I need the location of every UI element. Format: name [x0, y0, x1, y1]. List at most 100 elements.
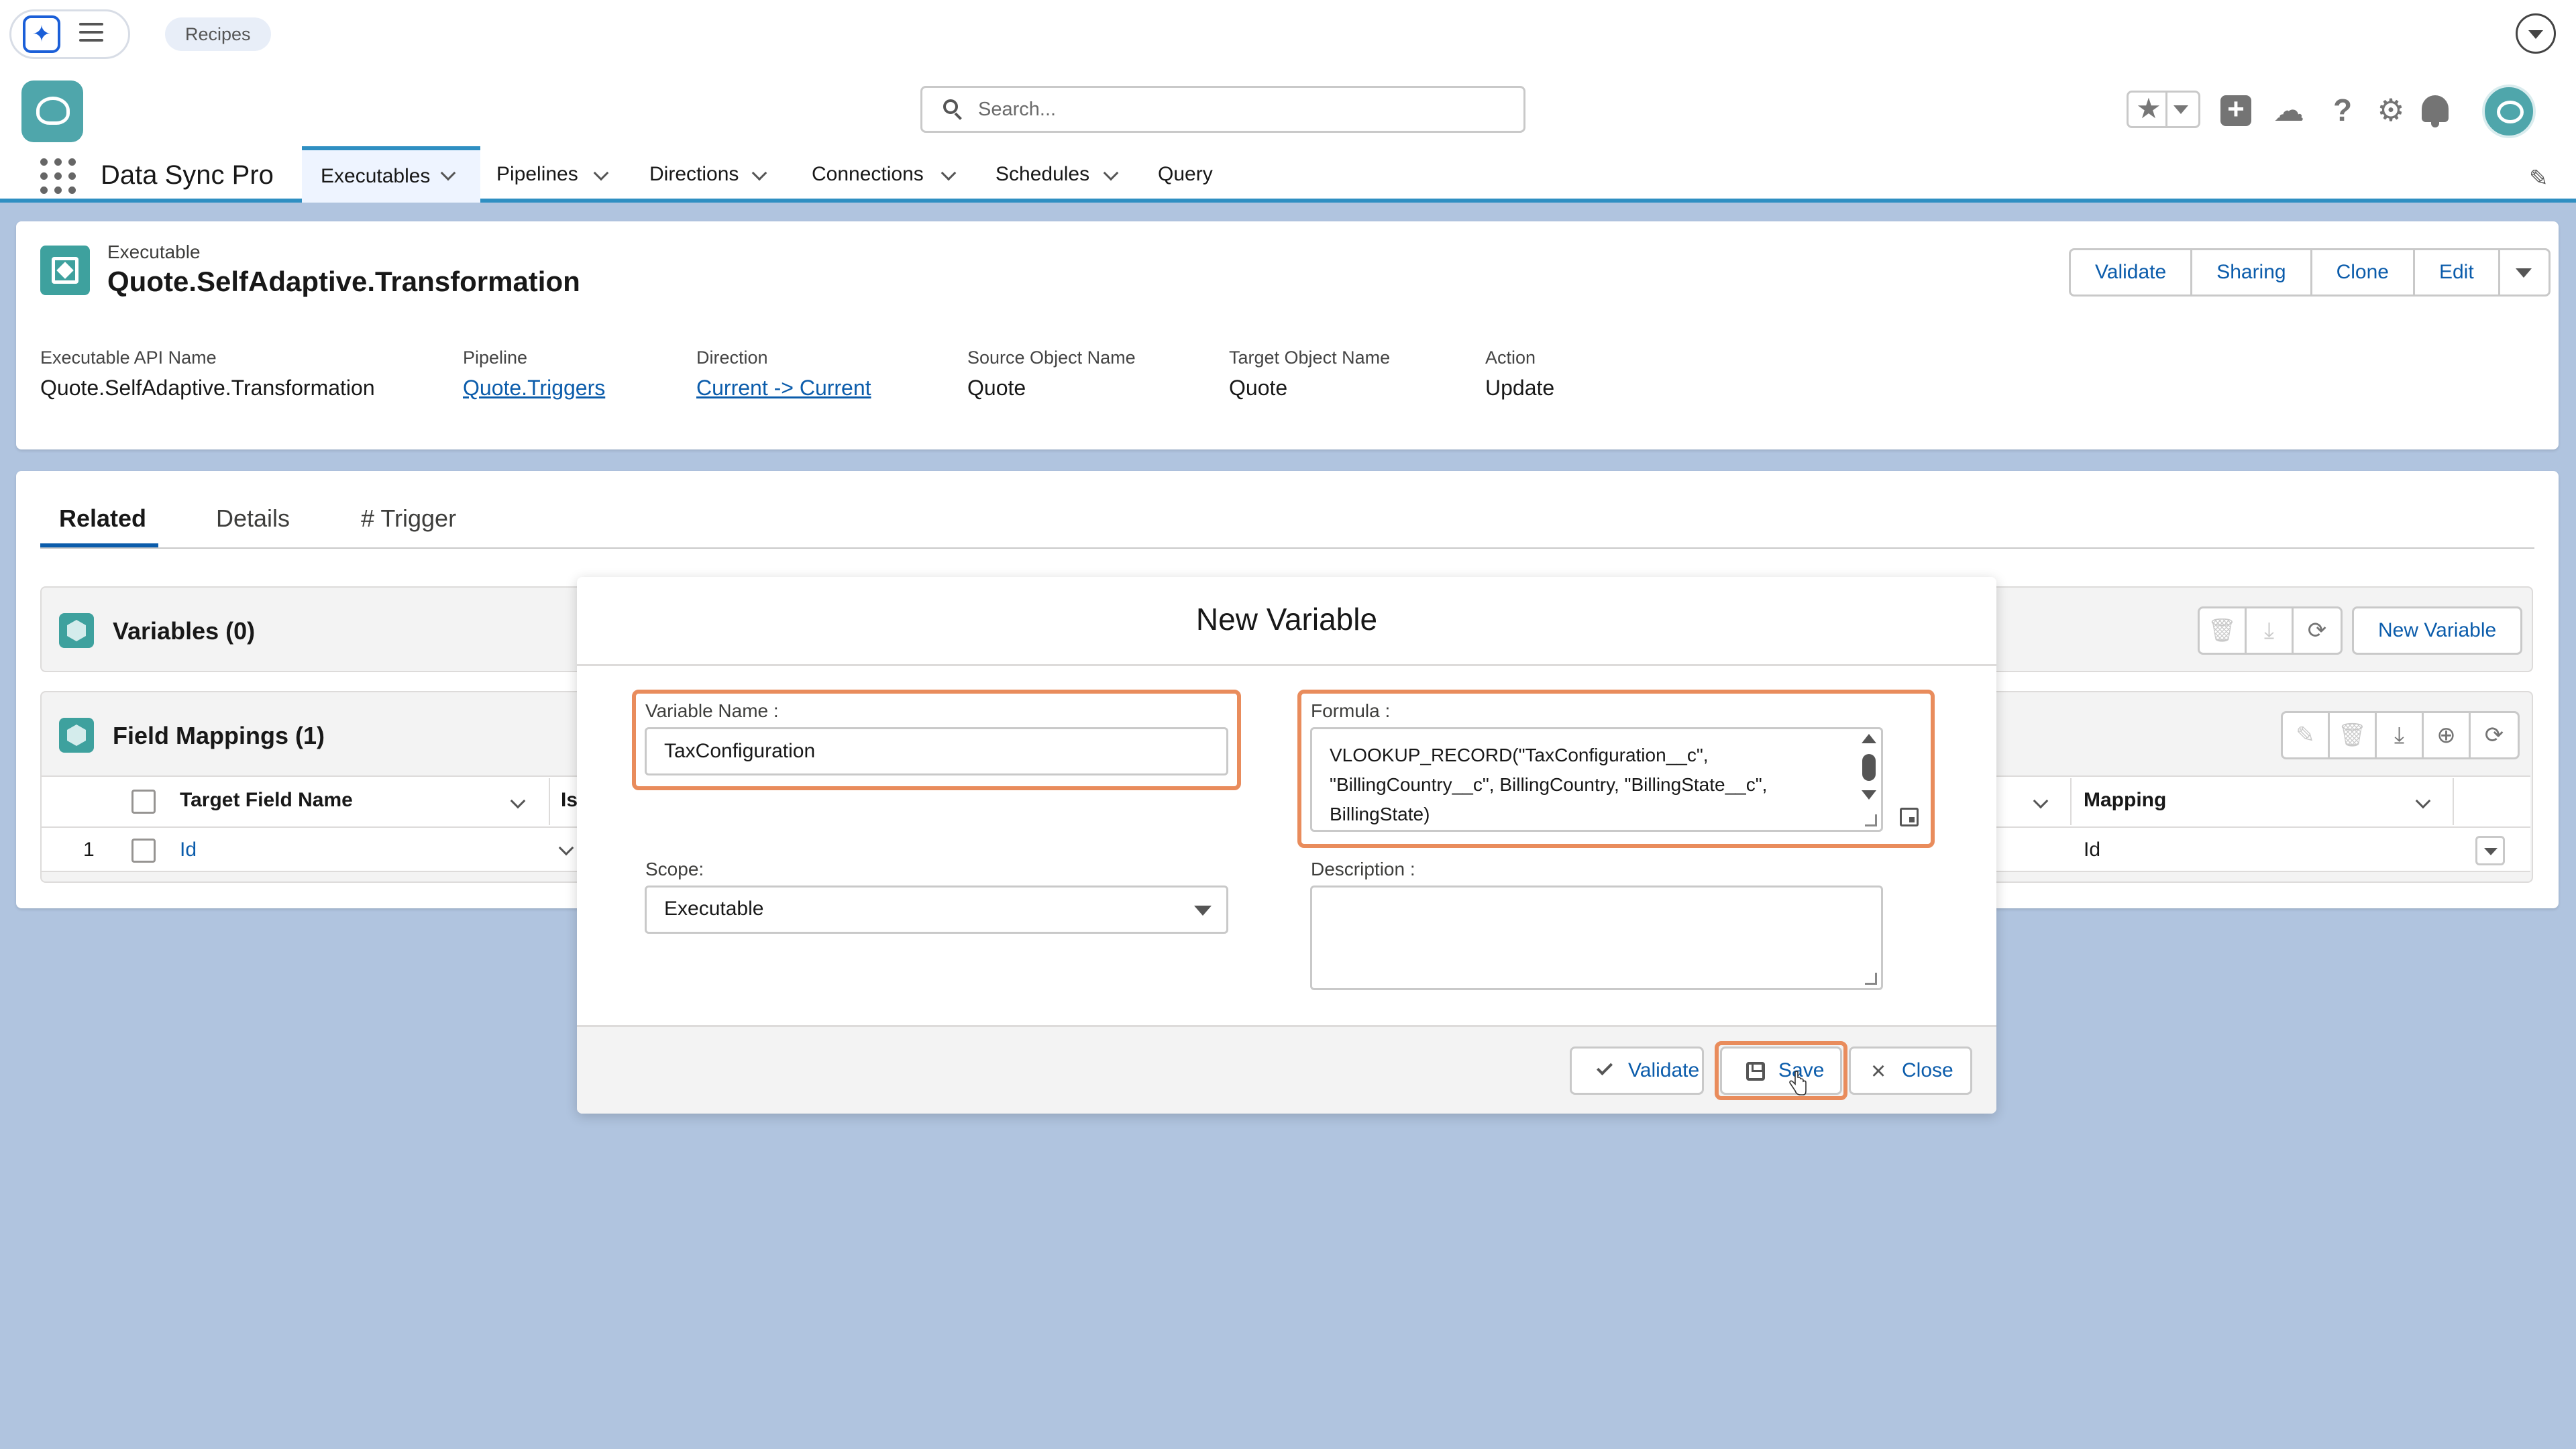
- record-actions: Validate Sharing Clone Edit: [2069, 248, 2551, 297]
- nav-item-query[interactable]: Query: [1142, 146, 1229, 203]
- tab-related[interactable]: Related: [59, 504, 146, 533]
- variable-name-input[interactable]: [645, 727, 1228, 775]
- modal-validate-label: Validate: [1628, 1059, 1700, 1081]
- column-divider: [2070, 778, 2072, 825]
- formula-content: VLOOKUP_RECORD("TaxConfiguration__c", "B…: [1330, 741, 1866, 829]
- mapping-value: Id: [2084, 839, 2101, 861]
- help-icon[interactable]: ?: [2324, 91, 2361, 129]
- variable-name-label: Variable Name :: [645, 700, 779, 721]
- formula-line: BillingState): [1330, 804, 1430, 824]
- sparkle-icon[interactable]: ✦: [23, 15, 60, 53]
- download-icon[interactable]: ⤓: [2247, 608, 2294, 653]
- modal-validate-button[interactable]: Validate: [1570, 1046, 1704, 1095]
- nav-item-label: Executables: [321, 165, 431, 187]
- nav-item-executables[interactable]: Executables: [302, 146, 480, 203]
- tab-details[interactable]: Details: [216, 504, 290, 533]
- trailhead-icon[interactable]: ☁: [2270, 91, 2308, 129]
- field-value-source-object: Quote: [967, 376, 1026, 400]
- nav-item-label: Pipelines: [496, 163, 578, 185]
- tab-trigger[interactable]: # Trigger: [361, 504, 456, 533]
- nav-item-pipelines[interactable]: Pipelines: [479, 146, 627, 203]
- validate-button[interactable]: Validate: [2071, 250, 2193, 294]
- field-mappings-title[interactable]: Field Mappings (1): [113, 722, 325, 750]
- modal-save-button[interactable]: Save: [1720, 1046, 1842, 1095]
- download-icon[interactable]: ⤓: [2377, 713, 2424, 757]
- modal-close-button[interactable]: × Close: [1849, 1046, 1972, 1095]
- refresh-icon[interactable]: ⟳: [2294, 608, 2341, 653]
- pipeline-link[interactable]: Quote.Triggers: [463, 376, 605, 400]
- refresh-icon[interactable]: ⟳: [2471, 713, 2518, 757]
- formula-label: Formula :: [1311, 700, 1391, 721]
- column-header-mapping[interactable]: Mapping: [2084, 789, 2166, 812]
- description-textarea[interactable]: [1310, 885, 1883, 990]
- chevron-down-icon[interactable]: [751, 165, 767, 181]
- chevron-down-icon[interactable]: [593, 165, 609, 181]
- select-all-checkbox[interactable]: [131, 790, 156, 814]
- scroll-down-icon[interactable]: [1862, 790, 1876, 800]
- recipes-button[interactable]: Recipes: [165, 17, 271, 51]
- row-checkbox[interactable]: [131, 839, 156, 863]
- active-tab-indicator: [40, 543, 158, 547]
- description-label: Description :: [1311, 859, 1415, 879]
- column-header-is[interactable]: Is: [561, 789, 578, 812]
- chevron-down-icon[interactable]: [1103, 165, 1119, 181]
- delete-icon[interactable]: 🗑: [2330, 713, 2377, 757]
- field-mappings-action-icons: ✎ 🗑 ⤓ ⊕ ⟳: [2281, 711, 2520, 759]
- field-label-action: Action: [1485, 347, 1536, 368]
- resize-handle-icon[interactable]: [1865, 814, 1877, 826]
- variables-icon: [59, 613, 94, 648]
- favorites-divider: [2165, 93, 2167, 126]
- search-input[interactable]: [978, 88, 1515, 131]
- expand-icon[interactable]: [1900, 808, 1919, 826]
- modal-title: New Variable: [1195, 602, 1378, 637]
- edit-button[interactable]: Edit: [2415, 250, 2500, 294]
- record-type: Executable: [107, 241, 201, 262]
- chevron-down-icon[interactable]: [941, 165, 957, 181]
- formula-line: "BillingCountry__c", BillingCountry, "Bi…: [1330, 774, 1768, 795]
- new-variable-button[interactable]: New Variable: [2352, 606, 2523, 655]
- hamburger-icon[interactable]: [79, 23, 103, 42]
- nav-item-schedules[interactable]: Schedules: [979, 146, 1135, 203]
- caret-down-icon[interactable]: [1194, 906, 1212, 916]
- add-circle-icon[interactable]: ⊕: [2424, 713, 2471, 757]
- scope-select-value: Executable: [664, 898, 764, 920]
- star-icon[interactable]: ★: [2132, 90, 2165, 127]
- row-number: 1: [83, 839, 95, 861]
- pencil-icon[interactable]: ✎: [2529, 165, 2548, 192]
- column-divider: [2453, 778, 2454, 825]
- favorites-chevron-icon[interactable]: [2174, 105, 2188, 114]
- resize-handle-icon[interactable]: [1865, 973, 1877, 985]
- field-label-direction: Direction: [696, 347, 768, 368]
- gear-icon[interactable]: ⚙: [2372, 91, 2410, 129]
- nav-item-directions[interactable]: Directions: [633, 146, 781, 203]
- utility-bar: [0, 0, 2576, 67]
- bell-icon[interactable]: [2422, 95, 2449, 127]
- field-label-pipeline: Pipeline: [463, 347, 528, 368]
- more-actions-chevron-icon[interactable]: [2500, 250, 2548, 294]
- column-header-target-field[interactable]: Target Field Name: [180, 789, 353, 812]
- variables-title[interactable]: Variables (0): [113, 617, 255, 645]
- target-field-link[interactable]: Id: [180, 839, 197, 861]
- row-actions-chevron-icon[interactable]: [2475, 836, 2505, 865]
- chevron-down-icon[interactable]: [440, 165, 456, 181]
- nav-item-label: Connections: [812, 163, 924, 185]
- nav-item-label: Query: [1158, 163, 1213, 185]
- add-icon[interactable]: +: [2220, 95, 2251, 126]
- clone-button[interactable]: Clone: [2312, 250, 2415, 294]
- record-title: Quote.SelfAdaptive.Transformation: [107, 266, 580, 297]
- nav-item-connections[interactable]: Connections: [797, 146, 971, 203]
- delete-icon[interactable]: 🗑: [2200, 608, 2247, 653]
- nav-item-label: Schedules: [996, 163, 1090, 185]
- pencil-icon[interactable]: ✎: [2283, 713, 2330, 757]
- modal-header-divider: [577, 664, 1996, 666]
- field-label-source-object: Source Object Name: [967, 347, 1136, 368]
- avatar[interactable]: [2482, 85, 2536, 138]
- direction-link[interactable]: Current -> Current: [696, 376, 871, 400]
- field-label-api-name: Executable API Name: [40, 347, 217, 368]
- scrollbar-thumb[interactable]: [1862, 754, 1876, 781]
- chevron-down-icon[interactable]: [2516, 13, 2556, 54]
- waffle-icon[interactable]: [40, 158, 76, 195]
- scroll-up-icon[interactable]: [1862, 734, 1876, 743]
- sharing-button[interactable]: Sharing: [2192, 250, 2312, 294]
- field-value-action: Update: [1485, 376, 1555, 400]
